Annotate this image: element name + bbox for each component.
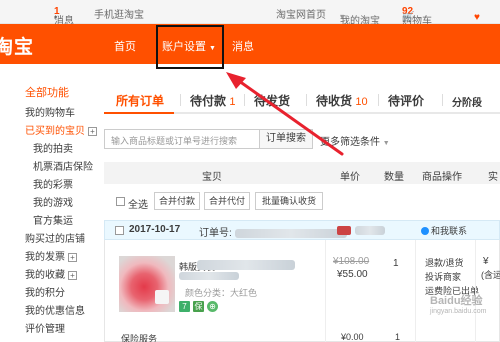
annotation-arrow (226, 72, 344, 156)
